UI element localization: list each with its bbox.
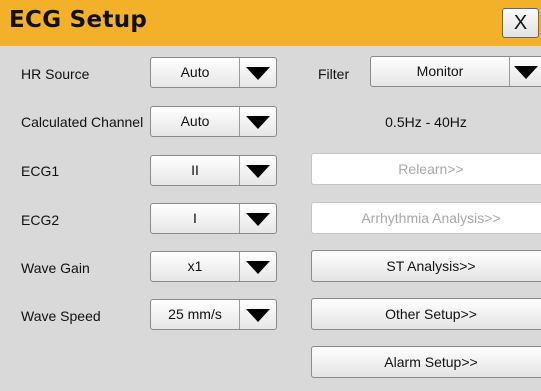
chevron-down-icon[interactable] bbox=[514, 66, 538, 79]
hr-source-value: Auto bbox=[180, 64, 210, 80]
chevron-down-icon[interactable] bbox=[246, 165, 270, 178]
ecg1-dropdown[interactable]: II bbox=[150, 155, 277, 186]
filter-label: Filter bbox=[318, 66, 350, 82]
relearn-button[interactable]: Relearn>> bbox=[311, 153, 541, 185]
alarm-setup-button[interactable]: Alarm Setup>> bbox=[311, 346, 541, 378]
ecg2-value: I bbox=[193, 210, 197, 226]
close-button[interactable]: X bbox=[502, 8, 539, 38]
st-analysis-button[interactable]: ST Analysis>> bbox=[311, 250, 541, 282]
ecg2-label: ECG2 bbox=[21, 212, 60, 228]
ecg1-value: II bbox=[191, 162, 199, 178]
ecg2-dropdown[interactable]: I bbox=[150, 203, 277, 234]
chevron-down-icon[interactable] bbox=[246, 261, 270, 274]
calculated-channel-value: Auto bbox=[180, 113, 210, 129]
dropdown-separator bbox=[239, 107, 240, 136]
dropdown-separator bbox=[239, 252, 240, 281]
chevron-down-icon[interactable] bbox=[246, 67, 270, 80]
hr-source-dropdown[interactable]: Auto bbox=[150, 57, 277, 88]
filter-value: Monitor bbox=[416, 63, 464, 79]
calculated-channel-dropdown[interactable]: Auto bbox=[150, 106, 277, 137]
title-bar: ECG Setup X bbox=[0, 0, 541, 46]
filter-dropdown[interactable]: Monitor bbox=[370, 56, 541, 87]
calculated-channel-label: Calculated Channel bbox=[21, 114, 144, 130]
chevron-down-icon[interactable] bbox=[246, 213, 270, 226]
filter-range-text: 0.5Hz - 40Hz bbox=[385, 114, 467, 130]
chevron-down-icon[interactable] bbox=[246, 116, 270, 129]
hr-source-label: HR Source bbox=[21, 66, 90, 82]
other-setup-button[interactable]: Other Setup>> bbox=[311, 298, 541, 330]
wave-speed-label: Wave Speed bbox=[21, 308, 101, 324]
wave-speed-value: 25 mm/s bbox=[168, 306, 222, 322]
dropdown-separator bbox=[509, 57, 510, 86]
dropdown-separator bbox=[239, 300, 240, 329]
wave-gain-value: x1 bbox=[187, 258, 203, 274]
wave-speed-dropdown[interactable]: 25 mm/s bbox=[150, 299, 277, 330]
dropdown-separator bbox=[239, 156, 240, 185]
dialog-title: ECG Setup bbox=[9, 7, 148, 33]
chevron-down-icon[interactable] bbox=[246, 309, 270, 322]
dropdown-separator bbox=[239, 58, 240, 87]
ecg1-label: ECG1 bbox=[21, 163, 60, 179]
arrhythmia-analysis-button[interactable]: Arrhythmia Analysis>> bbox=[311, 202, 541, 234]
dropdown-separator bbox=[239, 204, 240, 233]
wave-gain-label: Wave Gain bbox=[21, 260, 90, 276]
wave-gain-dropdown[interactable]: x1 bbox=[150, 251, 277, 282]
